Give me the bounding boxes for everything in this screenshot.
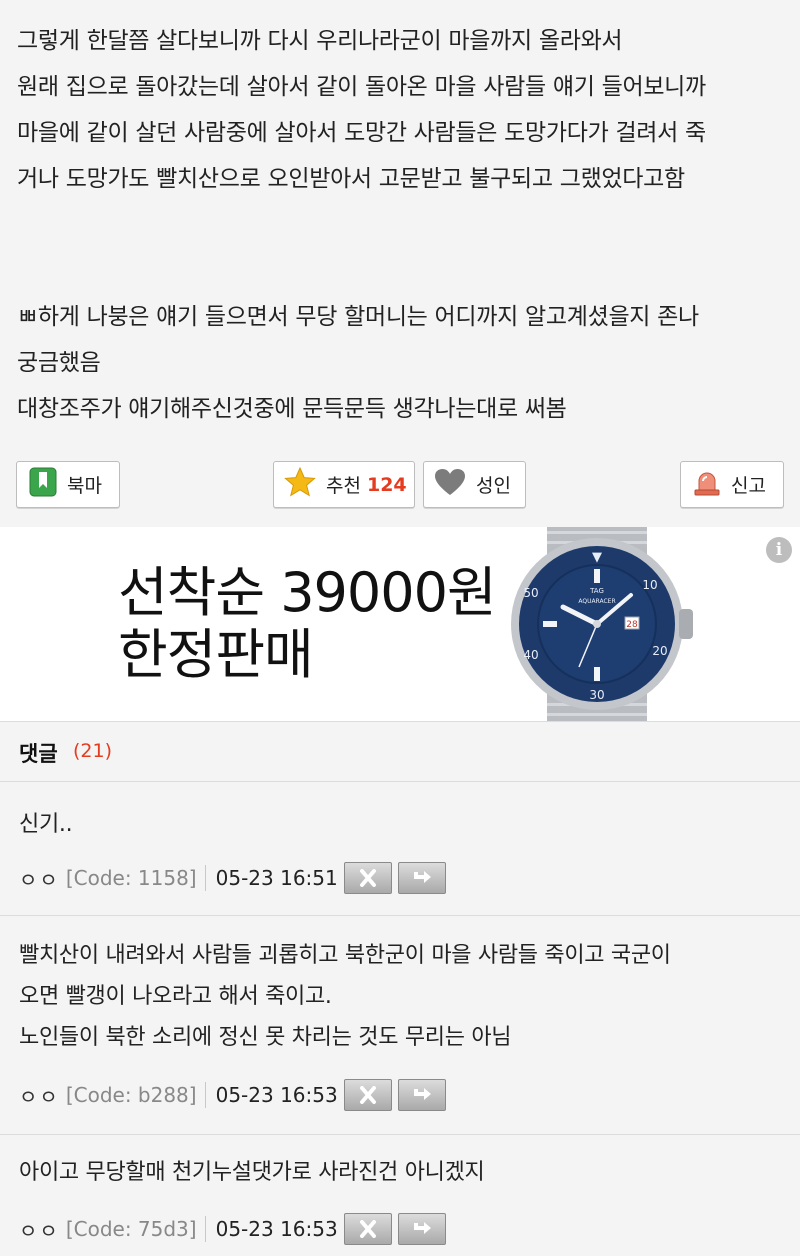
comments-count: (21) — [73, 740, 113, 762]
article-line: 원래 집으로 돌아갔는데 살아서 같이 돌아온 마을 사람들 얘기 들어보니까 — [17, 74, 706, 100]
reply-comment-button[interactable] — [397, 1213, 446, 1245]
article-line: 그렇게 한달쯤 살다보니까 다시 우리나라군이 마을까지 올라와서 — [17, 28, 623, 54]
reply-comment-button[interactable] — [397, 862, 446, 894]
bookmark-icon — [29, 467, 57, 502]
comment-line: 빨치산이 내려와서 사람들 괴롭히고 북한군이 마을 사람들 죽이고 국군이 — [19, 943, 671, 968]
comment-line: 노인들이 북한 소리에 정신 못 차리는 것도 무리는 아님 — [19, 1025, 512, 1050]
comment-line: 신기.. — [19, 812, 73, 837]
watch-image: ▼ 10 20 30 40 50 28 TAG AQUARACER — [497, 527, 707, 721]
close-icon — [359, 1220, 376, 1238]
recommend-label: 추천 — [326, 475, 361, 497]
comment-item: 빨치산이 내려와서 사람들 괴롭히고 북한군이 마을 사람들 죽이고 국군이 오… — [0, 916, 800, 1135]
adult-button[interactable]: 성인 — [423, 461, 526, 508]
delete-comment-button[interactable] — [343, 1213, 392, 1245]
svg-text:30: 30 — [589, 688, 604, 702]
reply-arrow-icon — [413, 871, 431, 883]
article-section: 그렇게 한달쯤 살다보니까 다시 우리나라군이 마을까지 올라와서 원래 집으로… — [0, 0, 800, 527]
svg-text:50: 50 — [523, 586, 538, 600]
comments-header: 댓글 (21) — [0, 721, 800, 782]
article-line: ㅃ하게 나붕은 얘기 들으면서 무당 할머니는 어디까지 알고계셨을지 존나 — [17, 304, 699, 330]
comment-text: 빨치산이 내려와서 사람들 괴롭히고 북한군이 마을 사람들 죽이고 국군이 오… — [19, 935, 789, 1058]
comment-meta: ㅇㅇ [Code: 75d3] 05-23 16:53 — [19, 1213, 446, 1245]
comment-text: 아이고 무당할매 천기누설댓가로 사라진건 아니겠지 — [19, 1152, 789, 1193]
svg-text:40: 40 — [523, 648, 538, 662]
delete-comment-button[interactable] — [343, 862, 392, 894]
comment-date: 05-23 16:53 — [215, 1083, 338, 1107]
reply-arrow-icon — [413, 1222, 431, 1234]
comment-text: 신기.. — [19, 804, 789, 845]
recommend-button[interactable]: 추천 124 — [273, 461, 415, 508]
watch-model: AQUARACER — [578, 598, 615, 605]
comment-meta: ㅇㅇ [Code: b288] 05-23 16:53 — [19, 1079, 446, 1111]
ad-line-2: 한정판매 — [118, 623, 314, 686]
article-line: 거나 도망가도 빨치산으로 오인받아서 고문받고 불구되고 그랬었다고함 — [17, 166, 685, 192]
article-line: 대창조주가 얘기해주신것중에 문득문득 생각나는대로 써봄 — [17, 396, 567, 422]
recommend-count: 124 — [366, 473, 407, 496]
close-icon — [359, 1086, 376, 1104]
comment-nick: ㅇㅇ — [19, 1084, 60, 1109]
article-line: 마을에 같이 살던 사람중에 살아서 도망간 사람들은 도망가다가 걸려서 죽 — [17, 120, 706, 146]
ad-banner[interactable]: 선착순 39000원 한정판매 ▼ 10 20 30 40 50 28 TAG … — [0, 527, 800, 721]
bookmark-button[interactable]: 북마 — [16, 461, 120, 508]
heart-icon — [434, 468, 466, 501]
comment-item: 신기.. ㅇㅇ [Code: 1158] 05-23 16:51 — [0, 782, 800, 916]
comment-code: [Code: 1158] — [65, 866, 197, 890]
report-label: 신고 — [731, 475, 766, 497]
bookmark-label: 북마 — [67, 475, 102, 497]
svg-text:10: 10 — [642, 578, 657, 592]
ad-info-icon[interactable]: i — [766, 537, 792, 563]
comment-item: 아이고 무당할매 천기누설댓가로 사라진건 아니겠지 ㅇㅇ [Code: 75d… — [0, 1135, 800, 1256]
comment-line: 아이고 무당할매 천기누설댓가로 사라진건 아니겠지 — [19, 1160, 485, 1185]
delete-comment-button[interactable] — [343, 1079, 392, 1111]
watch-brand: TAG — [589, 587, 604, 595]
article-line: 궁금했음 — [17, 350, 101, 376]
ad-line-1: 선착순 39000원 — [118, 561, 497, 624]
comment-code: [Code: b288] — [65, 1083, 197, 1107]
reply-arrow-icon — [413, 1088, 431, 1100]
siren-icon — [693, 468, 721, 501]
svg-text:▼: ▼ — [592, 550, 602, 565]
ad-headline: 선착순 39000원 한정판매 — [118, 561, 497, 686]
comment-nick: ㅇㅇ — [19, 1218, 60, 1243]
comment-date: 05-23 16:53 — [215, 1217, 338, 1241]
comment-code: [Code: 75d3] — [65, 1217, 197, 1241]
svg-text:20: 20 — [652, 644, 667, 658]
report-button[interactable]: 신고 — [680, 461, 784, 508]
close-icon — [359, 869, 376, 887]
adult-label: 성인 — [476, 475, 511, 497]
article-body: 그렇게 한달쯤 살다보니까 다시 우리나라군이 마을까지 올라와서 원래 집으로… — [17, 18, 787, 432]
comments-title: 댓글 — [19, 742, 58, 766]
comment-line: 오면 빨갱이 나오라고 해서 죽이고. — [19, 984, 332, 1009]
comment-nick: ㅇㅇ — [19, 867, 60, 892]
reply-comment-button[interactable] — [397, 1079, 446, 1111]
svg-text:28: 28 — [626, 620, 638, 630]
comment-date: 05-23 16:51 — [215, 866, 338, 890]
comment-meta: ㅇㅇ [Code: 1158] 05-23 16:51 — [19, 862, 446, 894]
star-icon — [284, 466, 316, 503]
